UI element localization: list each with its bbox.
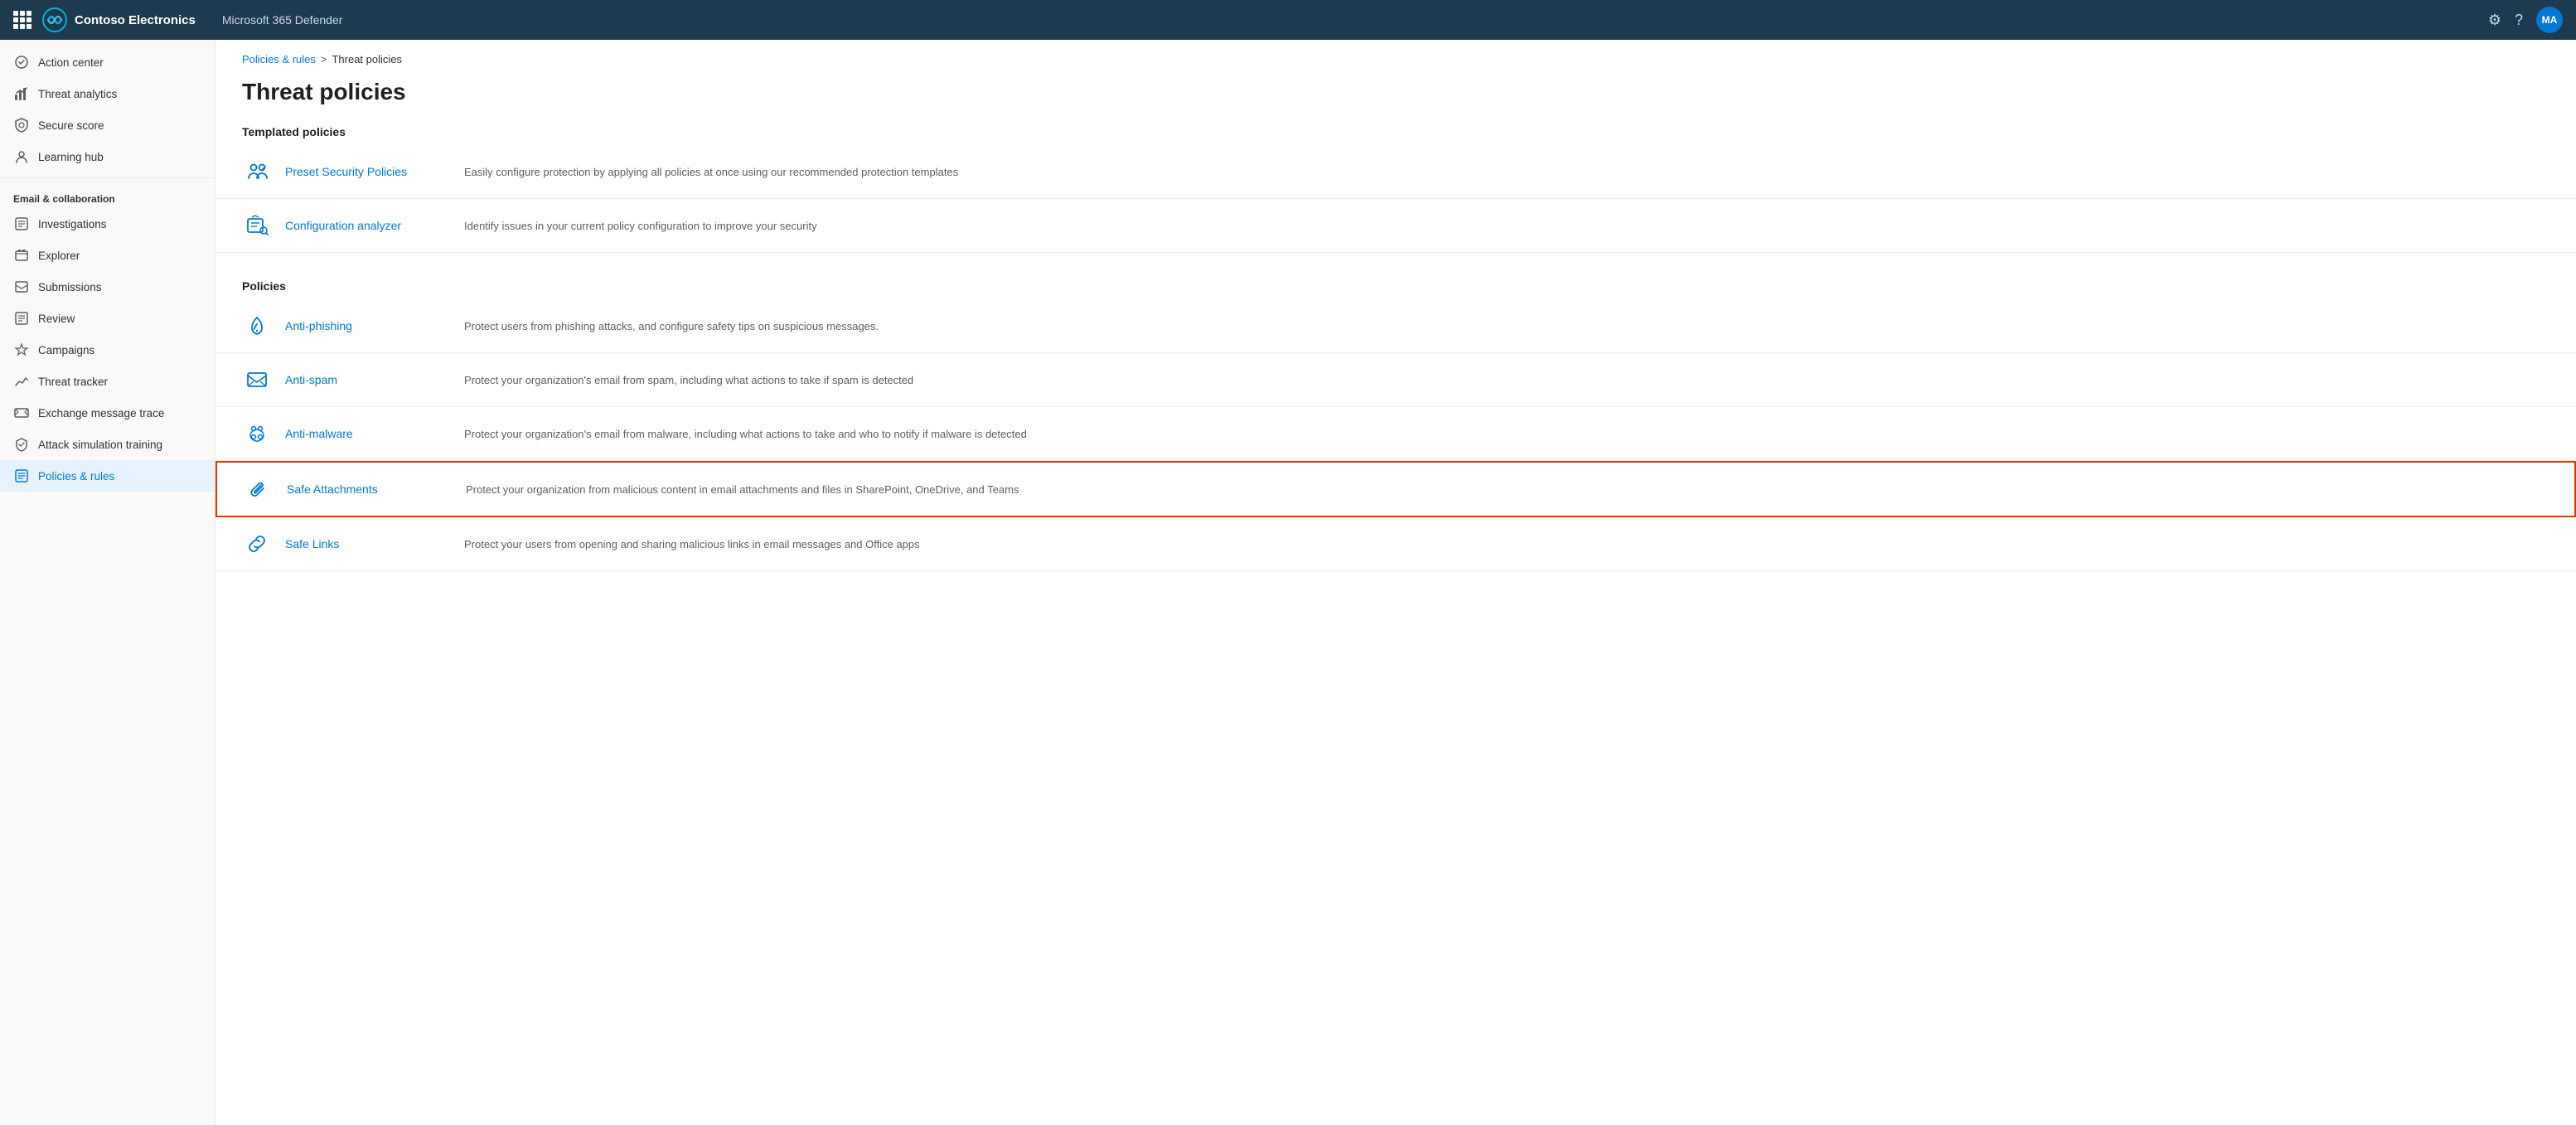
email-collab-section: Email & collaboration: [0, 183, 215, 208]
help-icon[interactable]: ?: [2515, 12, 2523, 29]
policy-row-preset-security[interactable]: Preset Security Policies Easily configur…: [215, 145, 2576, 199]
sidebar-label-policies-rules: Policies & rules: [38, 470, 114, 482]
main-content: Policies & rules > Threat policies Threa…: [215, 40, 2576, 1125]
page-title: Threat policies: [215, 65, 2576, 112]
anti-spam-desc: Protect your organization's email from s…: [464, 374, 2549, 386]
sidebar-item-attack-simulation[interactable]: Attack simulation training: [0, 429, 215, 460]
sidebar-label-submissions: Submissions: [38, 281, 102, 293]
sidebar-label-secure-score: Secure score: [38, 119, 104, 132]
sidebar-item-investigations[interactable]: Investigations: [0, 208, 215, 240]
investigations-icon: [13, 216, 30, 232]
avatar[interactable]: MA: [2536, 7, 2563, 33]
sidebar-label-threat-tracker: Threat tracker: [38, 376, 108, 388]
policy-row-safe-links[interactable]: Safe Links Protect your users from openi…: [215, 517, 2576, 571]
policy-row-anti-phishing[interactable]: Anti-phishing Protect users from phishin…: [215, 299, 2576, 353]
policy-row-safe-attachments[interactable]: Safe Attachments Protect your organizati…: [215, 461, 2576, 517]
exchange-icon: [13, 405, 30, 421]
org-name: Contoso Electronics: [75, 13, 196, 27]
safe-links-icon: [242, 529, 272, 559]
safe-attachments-name[interactable]: Safe Attachments: [287, 482, 453, 496]
breadcrumb-parent[interactable]: Policies & rules: [242, 53, 316, 65]
config-analyzer-name[interactable]: Configuration analyzer: [285, 219, 451, 232]
sidebar-label-investigations: Investigations: [38, 218, 107, 230]
app-grid-icon[interactable]: [13, 11, 31, 29]
review-icon: [13, 310, 30, 327]
preset-security-name[interactable]: Preset Security Policies: [285, 165, 451, 178]
config-analyzer-icon: [242, 211, 272, 240]
breadcrumb-separator: >: [321, 53, 327, 65]
sidebar-item-review[interactable]: Review: [0, 303, 215, 334]
anti-phishing-desc: Protect users from phishing attacks, and…: [464, 320, 2549, 332]
settings-icon[interactable]: ⚙: [2488, 12, 2501, 29]
sidebar: Action center Threat analytics Secur: [0, 40, 215, 1125]
contoso-logo: [41, 7, 68, 33]
safe-attachments-desc: Protect your organization from malicious…: [466, 483, 2548, 496]
breadcrumb-current: Threat policies: [332, 53, 402, 65]
action-center-icon: [13, 54, 30, 70]
campaigns-icon: [13, 342, 30, 358]
policy-row-anti-malware[interactable]: Anti-malware Protect your organization's…: [215, 407, 2576, 461]
sidebar-label-exchange-message-trace: Exchange message trace: [38, 407, 164, 419]
brand-logo: Contoso Electronics: [41, 7, 196, 33]
sidebar-item-exchange-message-trace[interactable]: Exchange message trace: [0, 397, 215, 429]
templated-policies-section-title: Templated policies: [215, 112, 2576, 145]
sidebar-label-campaigns: Campaigns: [38, 344, 94, 356]
sidebar-label-attack-simulation: Attack simulation training: [38, 439, 162, 451]
sidebar-item-action-center[interactable]: Action center: [0, 46, 215, 78]
anti-phishing-name[interactable]: Anti-phishing: [285, 319, 451, 332]
sidebar-label-action-center: Action center: [38, 56, 104, 69]
policy-row-config-analyzer[interactable]: Configuration analyzer Identify issues i…: [215, 199, 2576, 253]
safe-links-name[interactable]: Safe Links: [285, 537, 451, 550]
preset-security-desc: Easily configure protection by applying …: [464, 166, 2549, 178]
threat-analytics-icon: [13, 85, 30, 102]
anti-malware-icon: [242, 419, 272, 449]
top-navigation: Contoso Electronics Microsoft 365 Defend…: [0, 0, 2576, 40]
sidebar-label-explorer: Explorer: [38, 250, 80, 262]
anti-spam-name[interactable]: Anti-spam: [285, 373, 451, 386]
submissions-icon: [13, 279, 30, 295]
policy-row-anti-spam[interactable]: Anti-spam Protect your organization's em…: [215, 353, 2576, 407]
sidebar-item-learning-hub[interactable]: Learning hub: [0, 141, 215, 172]
config-analyzer-desc: Identify issues in your current policy c…: [464, 220, 2549, 232]
anti-malware-name[interactable]: Anti-malware: [285, 427, 451, 440]
sidebar-divider: [0, 177, 215, 178]
sidebar-item-threat-analytics[interactable]: Threat analytics: [0, 78, 215, 109]
sidebar-item-explorer[interactable]: Explorer: [0, 240, 215, 271]
sidebar-label-review: Review: [38, 313, 75, 325]
preset-security-icon: [242, 157, 272, 187]
sidebar-item-submissions[interactable]: Submissions: [0, 271, 215, 303]
policies-icon: [13, 468, 30, 484]
safe-links-desc: Protect your users from opening and shar…: [464, 538, 2549, 550]
anti-spam-icon: [242, 365, 272, 395]
sidebar-item-policies-rules[interactable]: Policies & rules: [0, 460, 215, 492]
sidebar-label-threat-analytics: Threat analytics: [38, 88, 117, 100]
sidebar-item-secure-score[interactable]: Secure score: [0, 109, 215, 141]
attack-sim-icon: [13, 436, 30, 453]
anti-phishing-icon: [242, 311, 272, 341]
learning-hub-icon: [13, 148, 30, 165]
safe-attachments-icon: [244, 474, 274, 504]
sidebar-label-learning-hub: Learning hub: [38, 151, 104, 163]
app-name: Microsoft 365 Defender: [222, 13, 343, 27]
sidebar-item-threat-tracker[interactable]: Threat tracker: [0, 366, 215, 397]
policies-section-title: Policies: [215, 266, 2576, 299]
threat-tracker-icon: [13, 373, 30, 390]
anti-malware-desc: Protect your organization's email from m…: [464, 428, 2549, 440]
secure-score-icon: [13, 117, 30, 133]
breadcrumb: Policies & rules > Threat policies: [215, 40, 2576, 65]
explorer-icon: [13, 247, 30, 264]
sidebar-item-campaigns[interactable]: Campaigns: [0, 334, 215, 366]
